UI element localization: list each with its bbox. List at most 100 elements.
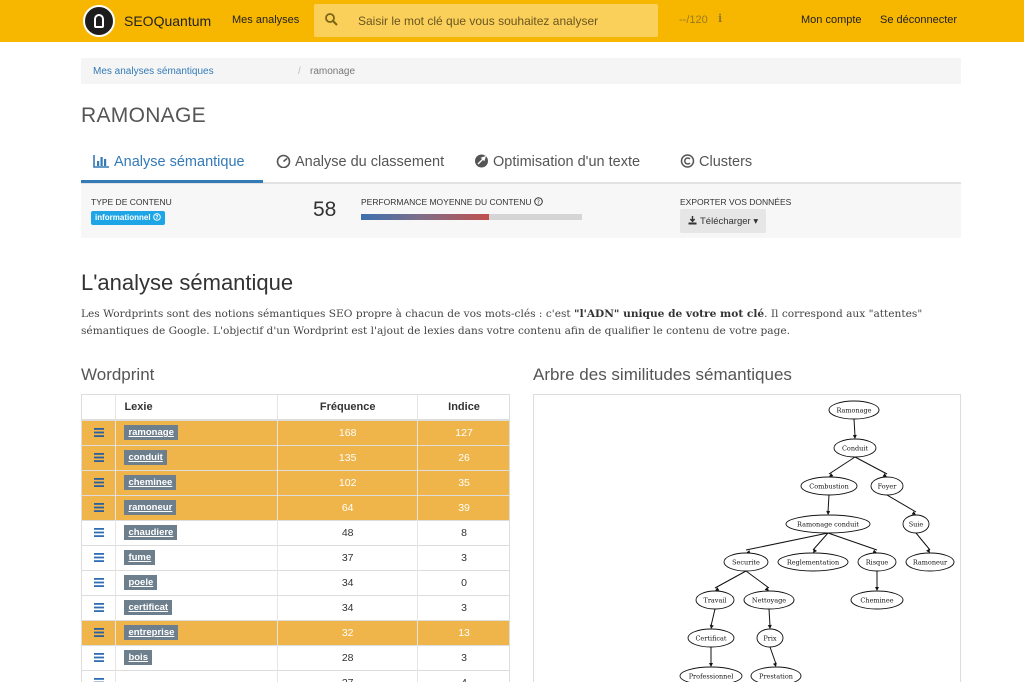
menu-icon[interactable]: [93, 553, 104, 563]
tree-edge: [710, 608, 716, 627]
tree-edge: [827, 532, 878, 551]
lexie-tag[interactable]: fume: [124, 550, 156, 565]
table-row: entreprise 32 13: [82, 619, 509, 645]
table-row: fume 37 3: [82, 544, 509, 570]
tree-edge-arrow: [709, 624, 714, 629]
menu-icon[interactable]: [93, 603, 104, 613]
brand-logo[interactable]: [83, 5, 115, 37]
tree-node-certificat: Certificat: [687, 628, 735, 648]
search-icon[interactable]: [325, 13, 338, 26]
tree-node-ramonage: Ramonage: [828, 400, 880, 420]
indice-cell: 13: [417, 619, 509, 645]
tab-label: Analyse sémantique: [114, 154, 245, 170]
table-row: conduit 135 26: [82, 444, 509, 470]
frequence-cell: 168: [277, 419, 419, 445]
frequence-cell: 102: [277, 469, 419, 495]
lexie-cell: [115, 669, 279, 682]
nav-logout[interactable]: Se déconnecter: [880, 14, 957, 26]
menu-icon[interactable]: [93, 653, 104, 663]
table-row: bois 28 3: [82, 644, 509, 670]
lexie-tag[interactable]: chaudiere: [124, 525, 178, 540]
lexie-tag[interactable]: bois: [124, 650, 152, 665]
lexie-tag[interactable]: conduit: [124, 450, 167, 465]
tab-text-optimization[interactable]: Optimisation d'un texte: [474, 154, 640, 184]
wordprint-table: Lexie Fréquence Indice ramonage 168 127 con…: [81, 394, 510, 682]
content-type-badge[interactable]: informationnel ?: [91, 211, 165, 225]
lexie-tag[interactable]: ramonage: [124, 425, 178, 441]
question-circle-icon[interactable]: ?: [534, 197, 543, 206]
frequence-cell: 28: [277, 644, 419, 670]
search-input[interactable]: [358, 4, 648, 37]
info-icon[interactable]: i: [718, 12, 722, 25]
table-row: ramoneur 64 39: [82, 494, 509, 520]
tachometer-icon: [276, 154, 291, 168]
lexie-tag[interactable]: poele: [124, 575, 158, 590]
tree-node-label: Foyer: [878, 482, 898, 490]
tree-node-travail: Travail: [695, 590, 735, 610]
indice-cell: 0: [417, 569, 509, 595]
tree-node-label: Travail: [703, 596, 726, 604]
performance-bar-fill: [361, 214, 490, 220]
column-header-frequence[interactable]: Fréquence: [277, 395, 419, 421]
page-title: RAMONAGE: [81, 104, 206, 127]
column-header-indice[interactable]: Indice: [417, 395, 509, 421]
menu-icon[interactable]: [93, 628, 104, 638]
row-menu-cell: [82, 644, 117, 670]
download-label: Télécharger ▾: [700, 216, 758, 227]
frequence-cell: 48: [277, 519, 419, 545]
lexie-cell: cheminee: [115, 469, 279, 495]
row-menu-cell: [82, 419, 117, 445]
menu-icon[interactable]: [93, 428, 104, 438]
breadcrumb-link-analyses[interactable]: Mes analyses sémantiques: [93, 66, 214, 77]
tab-clusters[interactable]: Clusters: [680, 154, 752, 184]
tree-node-label: Securite: [732, 558, 760, 566]
menu-icon[interactable]: [93, 453, 104, 463]
tree-node-securite: Securite: [723, 552, 769, 572]
tree-node-label: Nettoyage: [752, 596, 786, 604]
caret-down-icon: ▾: [753, 216, 759, 227]
indice-cell: 3: [417, 544, 509, 570]
frequence-cell: 64: [277, 494, 419, 520]
indice-cell: 3: [417, 644, 509, 670]
tree-edge: [828, 456, 856, 475]
performance-label-text: PERFORMANCE MOYENNE DU CONTENU: [361, 197, 532, 207]
tree-node-label: Reglementation: [787, 558, 839, 566]
tree-node-cheminee: Cheminee: [850, 590, 904, 610]
lexie-tag[interactable]: certificat: [124, 600, 173, 615]
row-menu-cell: [82, 619, 117, 645]
menu-icon[interactable]: [93, 578, 104, 588]
menu-icon[interactable]: [93, 503, 104, 513]
similarity-tree: Ramonage Conduit Combustion Foyer Ramonage c…: [533, 394, 961, 682]
question-circle-icon: ?: [152, 213, 161, 221]
nav-my-analyses[interactable]: Mes analyses: [232, 14, 299, 26]
frequence-cell: 34: [277, 594, 419, 620]
brand-name[interactable]: SEOQuantum: [124, 13, 211, 29]
breadcrumb-separator: /: [298, 66, 301, 77]
menu-icon[interactable]: [93, 678, 104, 682]
lexie-tag[interactable]: entreprise: [124, 625, 179, 640]
frequence-cell: 34: [277, 569, 419, 595]
lexie-cell: ramonage: [115, 419, 279, 445]
tree-node-combustion: Combustion: [800, 476, 858, 496]
download-button[interactable]: Télécharger ▾: [680, 209, 766, 233]
nav-my-account[interactable]: Mon compte: [801, 14, 862, 26]
row-menu-cell: [82, 519, 117, 545]
tree-node-ramoneur: Ramoneur: [905, 552, 955, 572]
table-row: cheminee 102 35: [82, 469, 509, 495]
tree-node-label: Suie: [909, 520, 924, 528]
column-header-lexie[interactable]: Lexie: [115, 395, 279, 421]
tab-ranking-analysis[interactable]: Analyse du classement: [276, 154, 444, 184]
menu-icon[interactable]: [93, 478, 104, 488]
tree-node-label: Ramoneur: [913, 558, 948, 566]
lock-icon: [94, 14, 104, 28]
tree-node-label: Certificat: [695, 634, 726, 642]
export-label: EXPORTER VOS DONNÉES: [680, 197, 792, 207]
tree-node-label: Ramonage conduit: [797, 520, 859, 528]
tree-node-label: Combustion: [809, 482, 849, 490]
lexie-tag[interactable]: ramoneur: [124, 500, 177, 515]
indice-cell: 3: [417, 594, 509, 620]
table-row: 274: [82, 669, 509, 682]
menu-icon[interactable]: [93, 528, 104, 538]
lexie-tag[interactable]: cheminee: [124, 475, 177, 490]
tree-node-conduit: Conduit: [833, 438, 877, 458]
